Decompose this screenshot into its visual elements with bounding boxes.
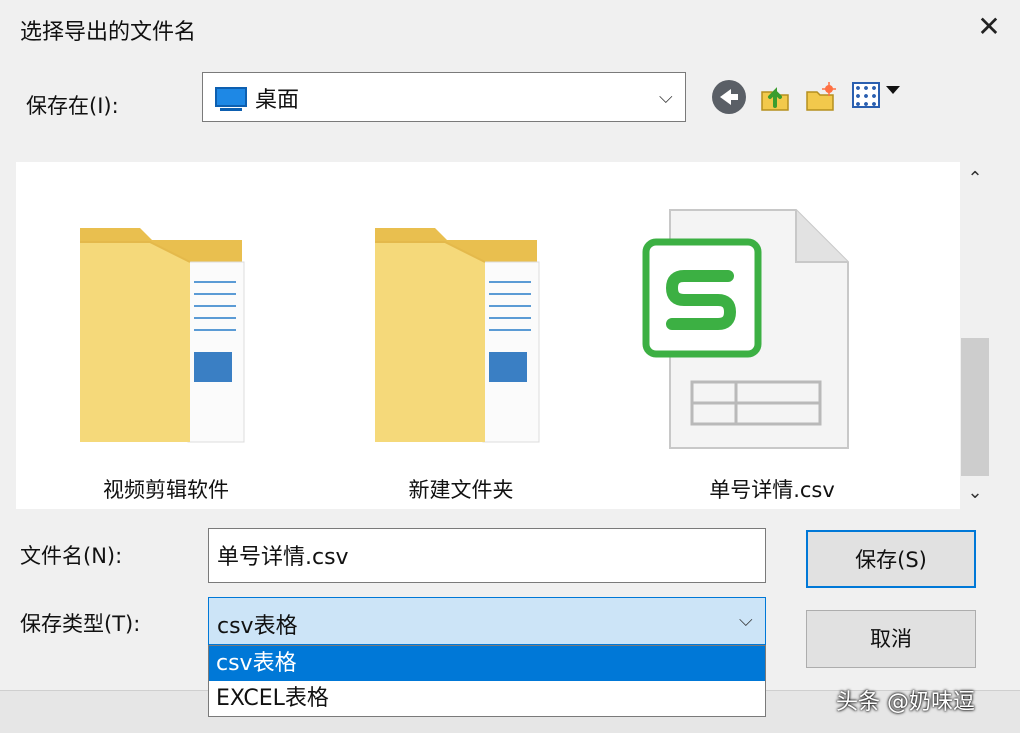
filetype-option-selected[interactable]: csv表格 <box>209 646 765 681</box>
chevron-down-icon: ⌵ <box>659 87 673 108</box>
view-dropdown-arrow-icon[interactable] <box>886 86 900 94</box>
dialog-title: 选择导出的文件名 <box>20 20 197 45</box>
folder-icon <box>375 228 540 443</box>
scrollbar-thumb[interactable] <box>961 338 989 476</box>
chevron-down-icon: ⌵ <box>739 610 753 631</box>
look-in-label: 保存在(I): <box>26 94 119 118</box>
filetype-value: csv表格 <box>217 614 298 639</box>
file-item-folder[interactable]: 视频剪辑软件 <box>76 222 256 502</box>
watermark: 头条 @奶味逗 <box>836 690 975 715</box>
file-item-folder[interactable]: 新建文件夹 <box>371 222 551 502</box>
vertical-scrollbar[interactable]: ⌃ ⌄ <box>961 162 989 509</box>
cancel-button[interactable]: 取消 <box>806 610 976 668</box>
look-in-value: 桌面 <box>255 88 300 113</box>
file-item-label: 视频剪辑软件 <box>103 478 229 502</box>
filetype-dropdown[interactable]: csv表格 ⌵ <box>208 597 766 645</box>
filetype-label: 保存类型(T): <box>20 612 141 636</box>
up-folder-icon[interactable] <box>758 80 792 114</box>
view-menu-icon[interactable] <box>852 82 880 108</box>
folder-icon <box>80 228 245 443</box>
csv-file-icon <box>642 209 849 449</box>
filename-value: 单号详情.csv <box>217 545 349 570</box>
close-icon: ✕ <box>977 10 1001 43</box>
close-button[interactable]: ✕ <box>972 10 1006 44</box>
filetype-options-list[interactable]: csv表格 EXCEL表格 <box>208 645 766 717</box>
look-in-dropdown[interactable]: 桌面 ⌵ <box>202 72 686 122</box>
file-item-label: 新建文件夹 <box>408 478 514 502</box>
back-icon[interactable] <box>712 80 746 114</box>
save-button[interactable]: 保存(S) <box>806 530 976 588</box>
new-folder-icon[interactable] <box>804 80 838 114</box>
filename-input[interactable]: 单号详情.csv <box>208 528 766 583</box>
desktop-icon <box>215 87 247 111</box>
filename-label: 文件名(N): <box>20 544 123 568</box>
file-item-label: 单号详情.csv <box>709 478 835 502</box>
scroll-down-icon[interactable]: ⌄ <box>961 478 989 508</box>
file-list[interactable]: 视频剪辑软件 新建文件夹 单号详情.csv <box>16 162 960 509</box>
file-item-csv[interactable]: 单号详情.csv <box>640 206 854 502</box>
filetype-option[interactable]: EXCEL表格 <box>209 681 765 716</box>
scroll-up-icon[interactable]: ⌃ <box>961 164 989 194</box>
